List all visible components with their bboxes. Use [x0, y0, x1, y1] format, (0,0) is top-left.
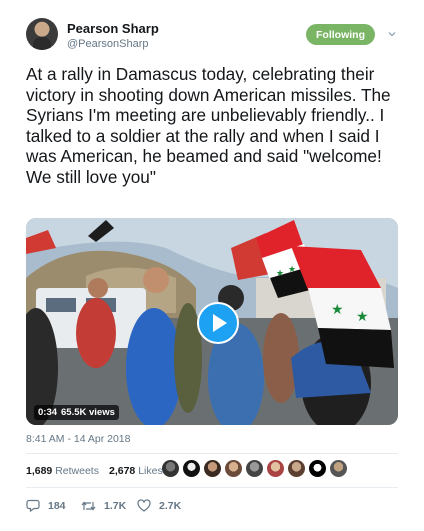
engagement-stats: 1,689 Retweets 2,678 Likes	[26, 465, 163, 477]
liker-avatar[interactable]	[183, 460, 200, 477]
video-player[interactable]: ★ ★ ★ ★ 0:34 65.5K views	[26, 218, 398, 425]
retweet-icon	[81, 501, 96, 510]
svg-text:★: ★	[331, 301, 344, 317]
likes-stat[interactable]: 2,678 Likes	[109, 465, 163, 477]
svg-text:★: ★	[288, 264, 296, 274]
retweets-stat[interactable]: 1,689 Retweets	[26, 465, 99, 477]
liker-avatar[interactable]	[330, 460, 347, 477]
reply-count: 184	[48, 499, 66, 512]
retweet-action[interactable]: 1.7K	[81, 500, 137, 512]
liker-avatar[interactable]	[162, 460, 179, 477]
divider	[26, 453, 398, 454]
liker-avatar[interactable]	[246, 460, 263, 477]
retweet-count: 1.7K	[104, 499, 127, 512]
svg-text:★: ★	[356, 308, 369, 324]
liker-avatar[interactable]	[225, 460, 242, 477]
svg-text:★: ★	[276, 268, 284, 278]
tweet-card: Pearson Sharp @PearsonSharp Following At…	[0, 0, 424, 531]
liker-avatars	[162, 460, 347, 477]
tweet-header: Pearson Sharp @PearsonSharp Following	[26, 18, 406, 58]
divider	[26, 487, 398, 488]
chevron-down-icon[interactable]	[388, 30, 396, 38]
liker-avatar[interactable]	[288, 460, 305, 477]
following-button[interactable]: Following	[306, 24, 375, 45]
reply-icon	[26, 499, 40, 512]
tweet-timestamp[interactable]: 8:41 AM - 14 Apr 2018	[26, 433, 131, 445]
like-count: 2.7K	[159, 499, 182, 512]
user-handle[interactable]: @PearsonSharp	[67, 38, 149, 50]
tweet-text: At a rally in Damascus today, celebratin…	[26, 64, 391, 187]
reply-action[interactable]: 184	[26, 499, 81, 512]
liker-avatar[interactable]	[204, 460, 221, 477]
like-action[interactable]: 2.7K	[137, 499, 197, 512]
tweet-actions: 184 1.7K 2.7K	[26, 499, 197, 512]
play-icon	[213, 314, 227, 332]
liker-avatar[interactable]	[309, 460, 326, 477]
video-views: 65.5K views	[61, 407, 115, 418]
user-name[interactable]: Pearson Sharp	[67, 21, 159, 36]
video-duration: 0:34	[38, 407, 58, 418]
play-button[interactable]	[197, 302, 239, 344]
avatar[interactable]	[26, 18, 58, 50]
heart-icon	[137, 499, 151, 512]
video-stats-badge: 0:34 65.5K views	[34, 405, 119, 420]
liker-avatar[interactable]	[267, 460, 284, 477]
